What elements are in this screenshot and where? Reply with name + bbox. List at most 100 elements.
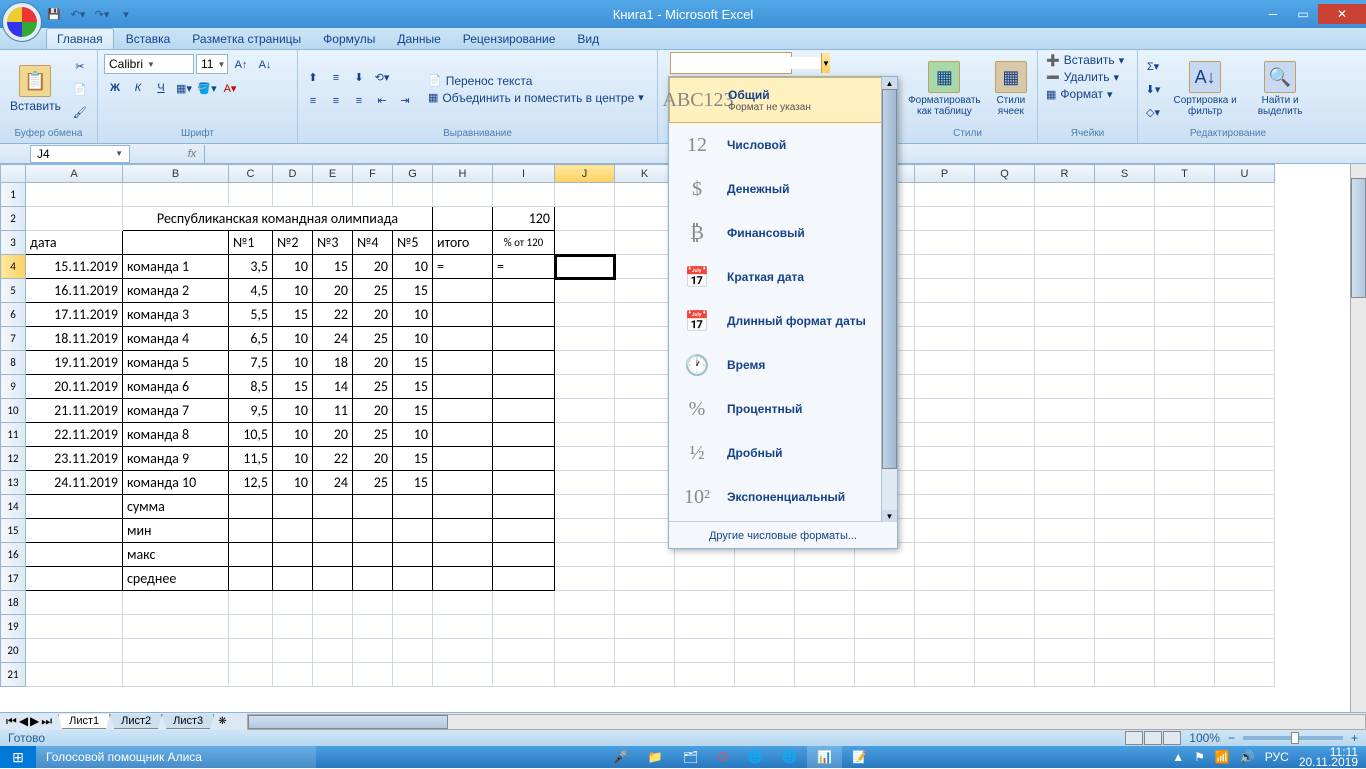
cell[interactable] [1095, 615, 1155, 639]
cell[interactable] [493, 327, 555, 351]
row-header[interactable]: 9 [1, 375, 26, 399]
align-top-icon[interactable]: ⬆ [302, 67, 324, 89]
tray-lang[interactable]: РУС [1265, 750, 1289, 764]
cell[interactable] [615, 519, 675, 543]
cell[interactable] [433, 279, 493, 303]
cell[interactable]: 25 [353, 375, 393, 399]
cell[interactable]: 22 [313, 447, 353, 471]
col-header-F[interactable]: F [353, 165, 393, 183]
col-header-C[interactable]: C [229, 165, 273, 183]
cell[interactable] [975, 231, 1035, 255]
cell[interactable] [1155, 591, 1215, 615]
cell[interactable] [795, 639, 855, 663]
cell[interactable] [615, 423, 675, 447]
cell[interactable]: 20.11.2019 [26, 375, 123, 399]
cell[interactable] [353, 663, 393, 687]
cell[interactable] [1035, 423, 1095, 447]
zoom-label[interactable]: 100% [1189, 731, 1220, 745]
row-header[interactable]: 5 [1, 279, 26, 303]
cell[interactable]: 16.11.2019 [26, 279, 123, 303]
italic-button[interactable]: К [127, 77, 149, 99]
col-header-J[interactable]: J [555, 165, 615, 183]
cell[interactable] [433, 663, 493, 687]
merge-center-button[interactable]: ▦ Объединить и поместить в центре ▾ [424, 90, 648, 106]
cell[interactable] [1095, 303, 1155, 327]
tab-nav-next-icon[interactable]: ▶ [30, 714, 39, 729]
format-option-4[interactable]: 📅Краткая дата [669, 255, 897, 299]
row-header[interactable]: 6 [1, 303, 26, 327]
cell[interactable] [915, 591, 975, 615]
cell[interactable] [433, 423, 493, 447]
cell[interactable]: 22.11.2019 [26, 423, 123, 447]
cell[interactable] [915, 471, 975, 495]
row-header[interactable]: 16 [1, 543, 26, 567]
taskbar-opera-icon[interactable]: O [708, 746, 737, 768]
cell[interactable] [915, 423, 975, 447]
cell[interactable] [123, 591, 229, 615]
cell[interactable] [795, 567, 855, 591]
number-format-dropdown-icon[interactable]: ▼ [821, 53, 830, 73]
cell[interactable] [1095, 423, 1155, 447]
cell[interactable] [615, 231, 675, 255]
cell[interactable] [555, 351, 615, 375]
cell[interactable] [1215, 327, 1275, 351]
cell[interactable] [975, 519, 1035, 543]
cell[interactable] [393, 519, 433, 543]
row-header[interactable]: 15 [1, 519, 26, 543]
shrink-font-icon[interactable]: A↓ [254, 54, 276, 76]
cell[interactable] [1095, 375, 1155, 399]
view-pagebreak-icon[interactable] [1163, 731, 1181, 745]
align-middle-icon[interactable]: ≡ [325, 67, 347, 89]
sheet-tab-1[interactable]: Лист1 [58, 714, 110, 729]
cell[interactable] [975, 567, 1035, 591]
cell[interactable] [433, 567, 493, 591]
cell[interactable] [433, 471, 493, 495]
cell[interactable]: 15 [393, 447, 433, 471]
cell[interactable] [975, 663, 1035, 687]
cell[interactable] [123, 639, 229, 663]
cell[interactable]: 10,5 [229, 423, 273, 447]
tab-review[interactable]: Рецензирование [453, 29, 566, 49]
cell[interactable] [975, 591, 1035, 615]
cell[interactable] [975, 447, 1035, 471]
cell[interactable] [1035, 447, 1095, 471]
cell[interactable] [1035, 519, 1095, 543]
cell[interactable] [1035, 663, 1095, 687]
col-header-T[interactable]: T [1155, 165, 1215, 183]
cell[interactable] [229, 663, 273, 687]
cell[interactable] [493, 399, 555, 423]
cell[interactable]: 15.11.2019 [26, 255, 123, 279]
cell[interactable] [313, 495, 353, 519]
cell[interactable]: 17.11.2019 [26, 303, 123, 327]
name-box[interactable]: J4▼ [30, 145, 130, 163]
cell[interactable] [353, 519, 393, 543]
cell[interactable]: 11,5 [229, 447, 273, 471]
underline-button[interactable]: Ч [150, 77, 172, 99]
tab-insert[interactable]: Вставка [116, 29, 181, 49]
cell[interactable] [393, 663, 433, 687]
cell[interactable] [1035, 255, 1095, 279]
cell[interactable] [433, 543, 493, 567]
cell[interactable]: №5 [393, 231, 433, 255]
cell[interactable] [1215, 663, 1275, 687]
cell[interactable] [1035, 543, 1095, 567]
cell[interactable] [493, 471, 555, 495]
cell[interactable] [1215, 639, 1275, 663]
cell[interactable] [975, 183, 1035, 207]
tab-home[interactable]: Главная [46, 28, 114, 49]
cell[interactable] [433, 303, 493, 327]
cell[interactable] [229, 543, 273, 567]
cell[interactable] [433, 495, 493, 519]
cell[interactable] [1035, 279, 1095, 303]
format-as-table-button[interactable]: ▦ Форматировать как таблицу [902, 55, 987, 123]
cell[interactable]: 5,5 [229, 303, 273, 327]
view-layout-icon[interactable] [1144, 731, 1162, 745]
col-header-G[interactable]: G [393, 165, 433, 183]
cell[interactable] [123, 663, 229, 687]
cell[interactable] [555, 399, 615, 423]
start-button[interactable]: ⊞ [0, 746, 36, 768]
cell[interactable] [615, 471, 675, 495]
cut-icon[interactable]: ✂ [69, 55, 91, 77]
cell[interactable] [353, 639, 393, 663]
cell[interactable] [393, 495, 433, 519]
